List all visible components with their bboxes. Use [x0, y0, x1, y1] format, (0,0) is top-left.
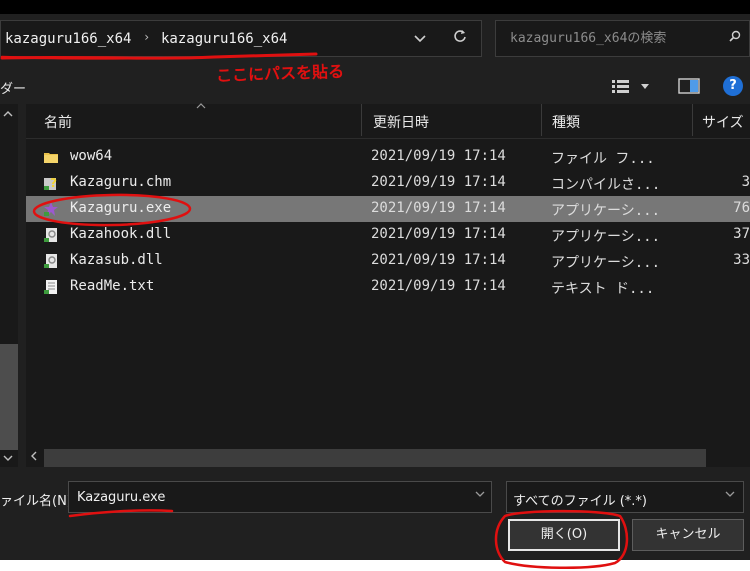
column-divider[interactable]: [361, 104, 362, 136]
scroll-up-icon[interactable]: [3, 108, 13, 121]
file-size: 37: [733, 226, 750, 242]
svg-text:?: ?: [50, 176, 57, 190]
folder-icon: [43, 149, 59, 165]
file-name: Kazaguru.chm: [70, 174, 172, 190]
preview-pane-icon[interactable]: [678, 77, 700, 95]
file-name: Kazaguru.exe: [70, 200, 172, 216]
file-name: ReadMe.txt: [70, 278, 155, 294]
cancel-button[interactable]: キャンセル: [632, 519, 744, 551]
file-row-kazaguru-chm[interactable]: ? Kazaguru.chm 2021/09/19 17:14 コンパイルさ..…: [26, 170, 750, 196]
column-divider[interactable]: [541, 104, 542, 136]
file-date: 2021/09/19 17:14: [371, 252, 506, 268]
file-size: 76: [733, 200, 750, 216]
filetype-value: すべてのファイル (*.*): [513, 494, 647, 509]
file-date: 2021/09/19 17:14: [371, 200, 506, 216]
file-row-readme-txt[interactable]: ReadMe.txt 2021/09/19 17:14 テキスト ド...: [26, 274, 750, 300]
filename-combobox[interactable]: [68, 481, 492, 513]
title-strip: [0, 0, 750, 14]
new-folder-label[interactable]: ダー: [0, 78, 26, 97]
file-type: ファイル フ...: [551, 151, 655, 167]
file-size: 33: [733, 252, 750, 268]
help-file-icon: ?: [43, 175, 59, 191]
file-row-wow64[interactable]: wow64 2021/09/19 17:14 ファイル フ...: [26, 144, 750, 170]
file-open-dialog: kazaguru166_x64 › kazaguru166_x64 ダー: [0, 0, 750, 560]
breadcrumb-parent[interactable]: kazaguru166_x64: [5, 31, 131, 47]
details-view-icon[interactable]: [611, 78, 657, 96]
file-size: 3: [741, 174, 750, 190]
sort-ascending-icon: [196, 102, 206, 112]
column-header-name[interactable]: 名前: [44, 112, 72, 132]
text-file-icon: [43, 279, 59, 295]
address-bar[interactable]: kazaguru166_x64 › kazaguru166_x64: [0, 20, 482, 57]
filename-input[interactable]: [71, 482, 473, 512]
scroll-down-icon[interactable]: [3, 452, 13, 465]
file-row-kazahook-dll[interactable]: Kazahook.dll 2021/09/19 17:14 アプリケーシ... …: [26, 222, 750, 248]
refresh-icon[interactable]: [449, 29, 471, 49]
filetype-select[interactable]: すべてのファイル (*.*): [506, 481, 744, 513]
search-box[interactable]: [495, 20, 750, 57]
file-date: 2021/09/19 17:14: [371, 174, 506, 190]
file-row-kazasub-dll[interactable]: Kazasub.dll 2021/09/19 17:14 アプリケーシ... 3…: [26, 248, 750, 274]
filename-label: ァイル名(N):: [0, 494, 77, 509]
file-date: 2021/09/19 17:14: [371, 226, 506, 242]
open-button[interactable]: 開く(O): [508, 519, 620, 551]
chevron-down-icon[interactable]: [475, 490, 485, 501]
help-icon[interactable]: ?: [723, 76, 743, 96]
dll-file-icon: [43, 253, 59, 269]
column-header-type[interactable]: 種類: [552, 112, 580, 132]
file-date: 2021/09/19 17:14: [371, 148, 506, 164]
column-header-date[interactable]: 更新日時: [373, 112, 429, 132]
scrollbar-thumb[interactable]: [44, 449, 706, 467]
file-row-kazaguru-exe[interactable]: Kazaguru.exe 2021/09/19 17:14 アプリケーシ... …: [26, 196, 750, 222]
chevron-down-icon[interactable]: [725, 490, 735, 501]
scroll-left-icon[interactable]: [30, 451, 38, 464]
horizontal-scrollbar[interactable]: [26, 449, 750, 467]
file-date: 2021/09/19 17:14: [371, 278, 506, 294]
search-input[interactable]: [502, 21, 728, 56]
toolbar: ダー ?: [0, 66, 750, 104]
file-name: Kazahook.dll: [70, 226, 172, 242]
breadcrumb-current[interactable]: kazaguru166_x64: [161, 31, 287, 47]
file-type: アプリケーシ...: [551, 229, 661, 245]
annotation-text: ここにパスを貼る: [215, 61, 345, 86]
file-list: 名前 更新日時 種類 サイズ wow64 2021/09/19 17:14 ファ…: [26, 102, 750, 449]
file-name: Kazasub.dll: [70, 252, 163, 268]
column-header-row: 名前 更新日時 種類 サイズ: [26, 102, 750, 139]
column-divider[interactable]: [692, 104, 693, 136]
search-icon[interactable]: [729, 30, 741, 46]
file-type: アプリケーシ...: [551, 255, 661, 271]
chevron-down-icon[interactable]: [409, 29, 431, 49]
navigation-pane-scrollbar[interactable]: [0, 104, 18, 467]
file-type: テキスト ド...: [551, 281, 655, 297]
dll-file-icon: [43, 227, 59, 243]
application-icon: [43, 201, 59, 217]
file-type: アプリケーシ...: [551, 203, 661, 219]
column-header-size[interactable]: サイズ: [702, 112, 744, 132]
scrollbar-thumb[interactable]: [0, 344, 18, 450]
file-type: コンパイルさ...: [551, 177, 661, 193]
breadcrumb-separator: ›: [143, 30, 151, 44]
file-name: wow64: [70, 148, 113, 164]
